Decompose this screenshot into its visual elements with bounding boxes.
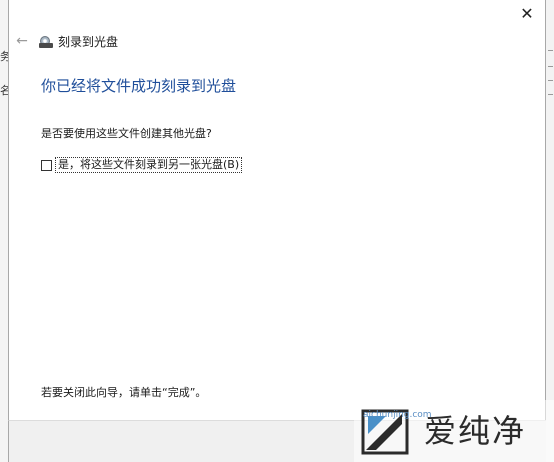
wizard-title-text: 刻录到光盘 — [58, 35, 119, 49]
scroll-tick — [548, 66, 553, 67]
scroll-tick — [548, 80, 553, 81]
disc-drive-icon — [39, 35, 53, 48]
close-icon: ✕ — [520, 4, 534, 23]
watermark-brand: 爱纯净 — [424, 412, 527, 450]
burn-another-disc-checkbox[interactable] — [41, 159, 52, 171]
background-scrollbar — [545, 0, 554, 462]
screen: 务 名 ✕ ← 刻录到光盘 你已经将文件成功刻录到光盘 是否要使用这些文件创建其… — [0, 0, 554, 462]
wizard-title: 刻录到光盘 — [39, 33, 118, 50]
scroll-tick — [548, 94, 553, 95]
scroll-tick — [548, 50, 553, 51]
question-text: 是否要使用这些文件创建其他光盘? — [41, 127, 212, 140]
back-button[interactable]: ← — [13, 32, 31, 50]
watermark-url: aichunjing.com — [363, 410, 432, 420]
close-button[interactable]: ✕ — [517, 4, 537, 24]
burn-another-disc-option[interactable]: 是，将这些文件刻录到另一张光盘(B) — [41, 157, 243, 173]
burn-another-disc-label[interactable]: 是，将这些文件刻录到另一张光盘(B) — [55, 157, 243, 173]
back-arrow-icon: ← — [16, 33, 28, 49]
burn-disc-wizard: ✕ ← 刻录到光盘 你已经将文件成功刻录到光盘 是否要使用这些文件创建其他光盘?… — [8, 0, 546, 420]
page-heading: 你已经将文件成功刻录到光盘 — [41, 77, 237, 95]
finish-instruction: 若要关闭此向导，请单击“完成”。 — [41, 386, 207, 399]
